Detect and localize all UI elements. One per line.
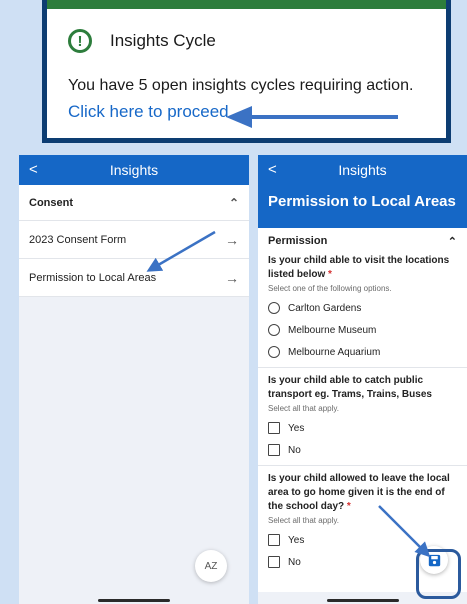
radio-button[interactable]: [268, 302, 280, 314]
home-indicator: [98, 599, 170, 602]
consent-section-header[interactable]: Consent ⌃: [19, 185, 249, 221]
option-label: Melbourne Aquarium: [288, 346, 381, 358]
list-item-2023-consent-form[interactable]: 2023 Consent Form →: [19, 221, 249, 259]
sort-az-button[interactable]: AZ: [195, 550, 227, 582]
notification-body: ! Insights Cycle You have 5 open insight…: [47, 0, 446, 138]
option-label: Yes: [288, 534, 305, 546]
checkbox[interactable]: [268, 444, 280, 456]
divider: [258, 367, 467, 368]
question-leave-local-area: Is your child allowed to leave the local…: [258, 472, 467, 514]
notification-header: ! Insights Cycle: [68, 29, 216, 53]
chevron-up-icon: ⌃: [447, 235, 457, 248]
checkbox[interactable]: [268, 534, 280, 546]
app-bar-title: Insights: [338, 162, 387, 178]
notification-title: Insights Cycle: [110, 31, 216, 50]
radio-button[interactable]: [268, 346, 280, 358]
list-item-permission-to-local-areas[interactable]: Permission to Local Areas →: [19, 259, 249, 297]
chevron-up-icon: ⌃: [228, 195, 239, 210]
option-label: No: [288, 556, 301, 568]
home-indicator: [326, 599, 399, 602]
checkbox-option-yes[interactable]: Yes: [258, 417, 467, 439]
alert-circle-icon: !: [68, 29, 92, 53]
option-label: No: [288, 444, 301, 456]
arrow-right-icon: →: [225, 269, 239, 286]
save-button-highlight: [416, 549, 461, 599]
option-label: Yes: [288, 422, 305, 434]
proceed-link[interactable]: Click here to proceed: [68, 102, 229, 122]
permission-section-header[interactable]: Permission ⌃: [258, 228, 467, 254]
app-bar: < Insights: [258, 155, 467, 185]
back-icon[interactable]: <: [29, 161, 38, 178]
question-text: Is your child allowed to leave the local…: [268, 473, 450, 512]
insights-cycle-notification: ! Insights Cycle You have 5 open insight…: [42, 0, 451, 143]
radio-option-melbourne-museum[interactable]: Melbourne Museum: [258, 319, 467, 341]
question-public-transport: Is your child able to catch public trans…: [258, 374, 467, 402]
radio-option-carlton-gardens[interactable]: Carlton Gardens: [258, 297, 467, 319]
checkbox[interactable]: [268, 556, 280, 568]
checkbox-option-no[interactable]: No: [258, 439, 467, 461]
permission-form-screen: < Insights Permission to Local Areas Per…: [258, 155, 467, 604]
checkbox[interactable]: [268, 422, 280, 434]
list-item-label: Permission to Local Areas: [29, 271, 157, 284]
question-hint: Select all that apply.: [268, 404, 340, 413]
required-marker: *: [328, 269, 332, 280]
question-text: Is your child able to catch public trans…: [268, 375, 432, 400]
insights-list-screen: < Insights Consent ⌃ 2023 Consent Form →…: [19, 155, 249, 604]
page-title: Permission to Local Areas: [258, 185, 467, 228]
app-bar-title: Insights: [109, 162, 159, 178]
option-label: Carlton Gardens: [288, 302, 362, 314]
back-icon[interactable]: <: [268, 161, 277, 178]
question-text: Is your child able to visit the location…: [268, 255, 450, 280]
section-title: Consent: [29, 196, 73, 209]
question-locations: Is your child able to visit the location…: [258, 254, 467, 282]
permission-form: Permission ⌃ Is your child able to visit…: [258, 228, 467, 592]
option-label: Melbourne Museum: [288, 324, 377, 336]
app-bar: < Insights: [19, 155, 249, 185]
section-title: Permission: [268, 235, 328, 247]
question-hint: Select one of the following options.: [268, 284, 392, 293]
required-marker: *: [346, 501, 351, 512]
notification-message: You have 5 open insights cycles requirin…: [68, 77, 414, 94]
radio-option-melbourne-aquarium[interactable]: Melbourne Aquarium: [258, 341, 467, 363]
divider: [258, 465, 467, 466]
arrow-right-icon: →: [225, 231, 239, 248]
consent-list: Consent ⌃ 2023 Consent Form → Permission…: [19, 185, 249, 297]
radio-button[interactable]: [268, 324, 280, 336]
question-hint: Select all that apply.: [268, 516, 340, 525]
list-item-label: 2023 Consent Form: [29, 233, 127, 246]
